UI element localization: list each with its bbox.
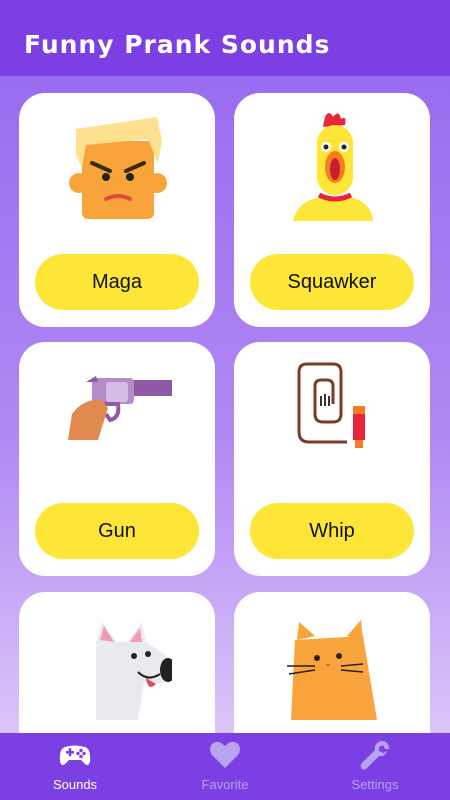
sound-card-gun[interactable]: Gun — [19, 342, 215, 576]
nav-favorite-label: Favorite — [201, 777, 249, 792]
sound-card-whip[interactable]: Whip — [234, 342, 430, 576]
sound-card-dog[interactable] — [19, 592, 215, 742]
wrench-icon — [360, 741, 389, 770]
whip-icon — [297, 362, 365, 448]
sound-card-maga[interactable]: Maga — [19, 93, 215, 327]
nav-settings[interactable]: Settings — [300, 733, 450, 800]
heart-icon — [210, 741, 240, 768]
gun-button[interactable]: Gun — [35, 503, 199, 559]
nav-settings-label: Settings — [351, 777, 399, 792]
angry-blond-man-icon — [69, 117, 167, 219]
sound-card-squawker[interactable]: Squawker — [234, 93, 430, 327]
gamepad-icon — [59, 745, 91, 765]
nav-favorite[interactable]: Favorite — [150, 733, 300, 800]
cat-icon — [287, 620, 377, 720]
rubber-chicken-icon — [293, 113, 373, 221]
dog-icon — [96, 622, 172, 720]
nav-sounds[interactable]: Sounds — [0, 733, 150, 800]
page-title: Funny Prank Sounds — [24, 30, 331, 59]
squawker-button[interactable]: Squawker — [250, 254, 414, 310]
maga-button[interactable]: Maga — [35, 254, 199, 310]
whip-button[interactable]: Whip — [250, 503, 414, 559]
bottom-navigation: Sounds Favorite Settings — [0, 733, 450, 800]
app-header: Funny Prank Sounds — [0, 0, 450, 76]
revolver-icon — [68, 376, 172, 440]
sound-card-cat[interactable] — [234, 592, 430, 742]
nav-sounds-label: Sounds — [52, 777, 98, 792]
